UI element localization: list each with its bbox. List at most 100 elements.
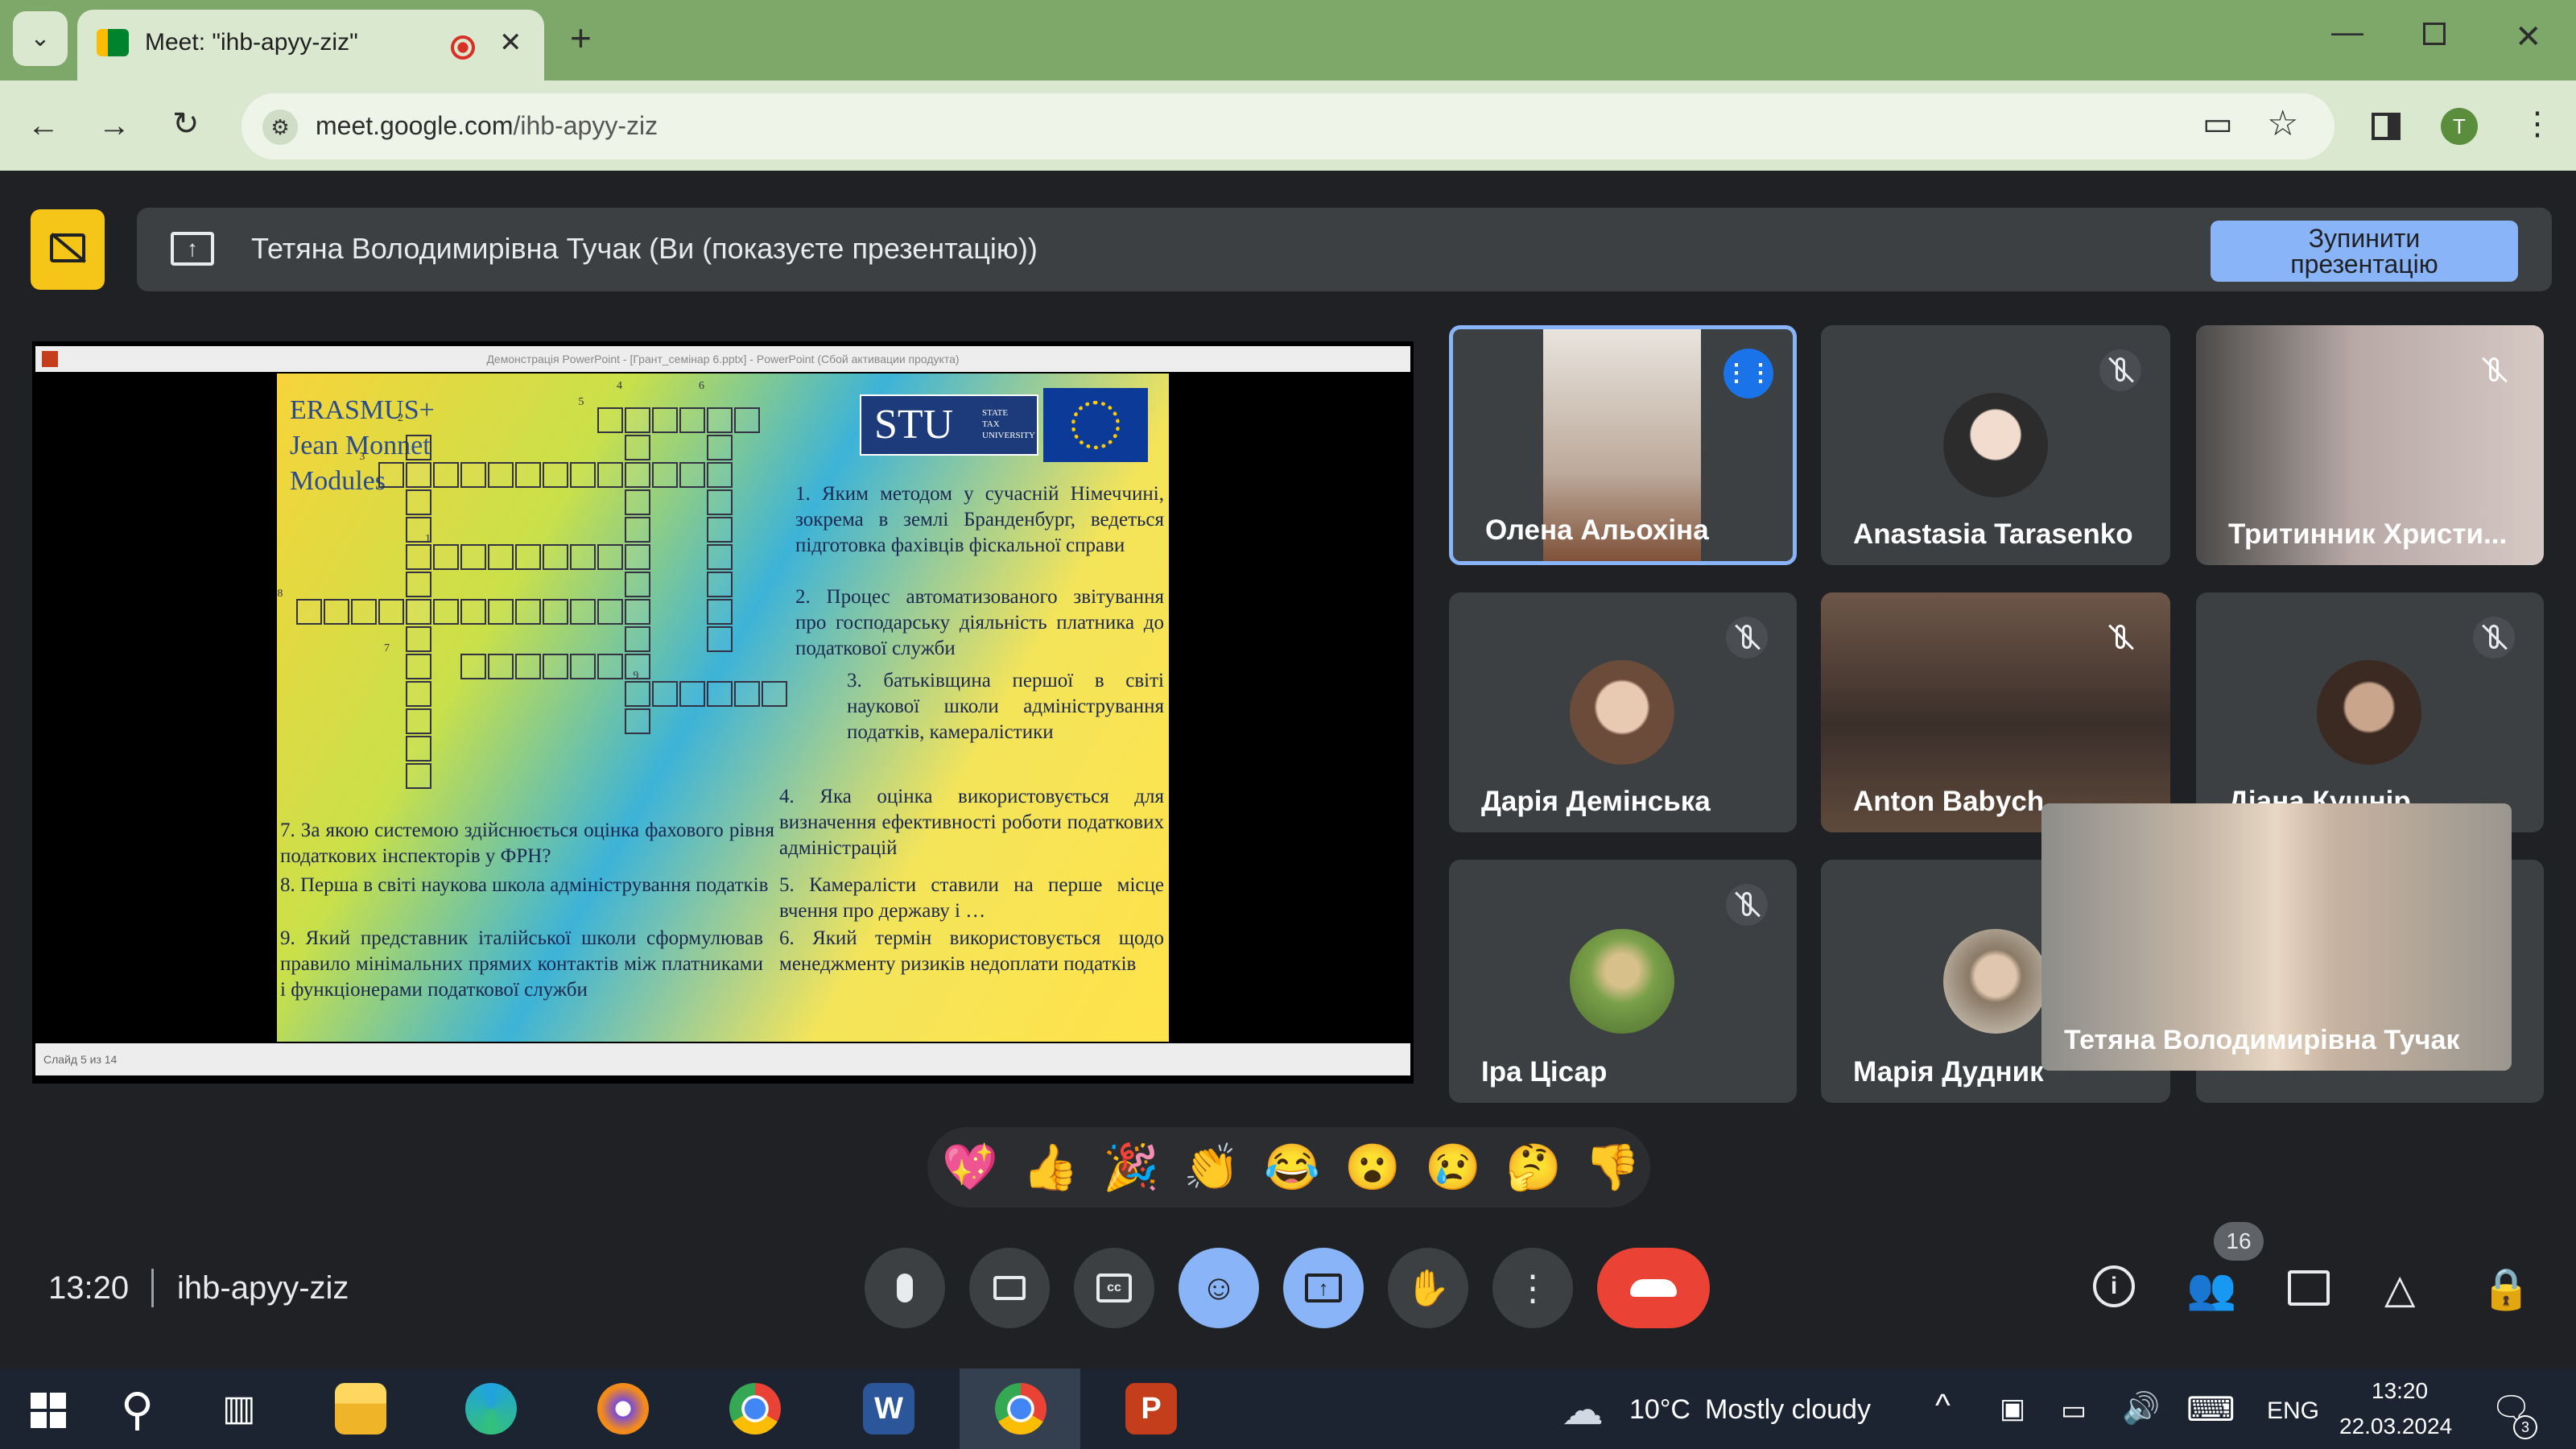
new-tab-button[interactable]: + [570, 19, 592, 56]
chat-icon[interactable] [2288, 1270, 2330, 1306]
search-icon[interactable]: ⚲ [121, 1383, 154, 1436]
chevron-up-icon[interactable]: ^ [1935, 1388, 1951, 1424]
meet-tray-icon[interactable]: ▣ [2000, 1393, 2025, 1425]
clock-date[interactable]: 22.03.2024 [2339, 1414, 2452, 1439]
self-name: Тетяна Володимирівна Тучак [2064, 1025, 2460, 1055]
windows-start-icon[interactable] [31, 1393, 66, 1428]
reload-icon[interactable]: ↻ [172, 108, 200, 140]
participant-tile[interactable]: Anastasia Tarasenko [1821, 325, 2170, 565]
address-bar[interactable]: ⚙ meet.google.com/ihb-apyy-ziz ▭ ☆ [242, 93, 2334, 159]
participant-tile[interactable]: Діана Кушнір [2196, 592, 2544, 832]
crossword-number: 8 [277, 588, 283, 600]
recording-icon [451, 35, 475, 60]
mic-off-icon [1726, 617, 1768, 658]
chrome-icon[interactable] [729, 1383, 781, 1435]
word-icon[interactable]: W [863, 1383, 914, 1435]
battery-icon[interactable]: ▭ [2061, 1394, 2087, 1426]
crossword-cell [570, 654, 596, 679]
tab-search-button[interactable]: ⌄ [13, 11, 68, 66]
browser-app-icon[interactable] [597, 1383, 649, 1435]
activities-icon[interactable]: △ [2384, 1265, 2415, 1312]
host-controls-icon[interactable]: 🔒 [2481, 1265, 2531, 1313]
weather-desc[interactable]: Mostly cloudy [1705, 1394, 1871, 1426]
weather-temp[interactable]: 10°C [1629, 1394, 1690, 1426]
people-icon[interactable]: 👥 [2186, 1265, 2236, 1313]
meeting-time: 13:20 [48, 1270, 130, 1306]
participant-tile[interactable]: Anton Babych [1821, 592, 2170, 832]
reaction-laugh-icon[interactable]: 😂 [1264, 1143, 1320, 1191]
self-view[interactable]: Тетяна Володимирівна Тучак [2041, 803, 2512, 1071]
minimize-icon[interactable]: — [2331, 16, 2363, 48]
present-button[interactable]: ↑ [1283, 1248, 1364, 1328]
profile-avatar[interactable]: T [2441, 108, 2478, 145]
participant-tile[interactable]: Іра Цісар [1449, 860, 1797, 1103]
crossword-number: 3 [359, 451, 365, 463]
more-options-button[interactable]: ⋮ [1492, 1248, 1573, 1328]
clock-time[interactable]: 13:20 [2372, 1378, 2428, 1404]
ppt-icon [42, 351, 58, 367]
crossword-cell [707, 435, 733, 460]
site-info-icon[interactable]: ⚙ [262, 109, 298, 145]
weather-icon[interactable]: ☁ [1562, 1386, 1604, 1435]
reaction-clap-icon[interactable]: 👏 [1183, 1143, 1240, 1191]
mic-off-icon [1726, 884, 1768, 926]
language-indicator[interactable]: ENG [2267, 1397, 2319, 1425]
mic-button[interactable] [865, 1248, 945, 1328]
crossword-cell [597, 599, 623, 625]
powerpoint-icon[interactable]: P [1125, 1383, 1177, 1435]
crossword-cell [679, 462, 705, 488]
chrome-profile-icon[interactable] [995, 1383, 1046, 1435]
crossword-cell [460, 544, 486, 570]
participant-tile[interactable]: Дарія Демінська [1449, 592, 1797, 832]
stop-presenting-button[interactable]: Зупинити презентацію [2211, 221, 2518, 282]
stu-logo: STU STATE TAX UNIVERSITY [860, 394, 1038, 456]
forward-icon[interactable]: → [98, 109, 130, 142]
participant-name: Anastasia Tarasenko [1853, 518, 2133, 550]
participant-name: Тритинник Христи... [2228, 518, 2508, 550]
reaction-thumbs-up-icon[interactable]: 👍 [1022, 1143, 1079, 1191]
present-screen-icon: ↑ [1305, 1274, 1342, 1302]
slide-counter: Слайд 5 из 14 [43, 1053, 118, 1066]
avatar [1570, 660, 1674, 765]
crossword-cell [433, 599, 459, 625]
hand-icon: ✋ [1406, 1269, 1451, 1308]
chrome-menu-icon[interactable]: ⋮ [2521, 108, 2553, 140]
participant-tile[interactable]: ⋮⋮ Олена Альохіна [1449, 325, 1797, 565]
reaction-sad-icon[interactable]: 😢 [1425, 1143, 1481, 1191]
bookmark-star-icon[interactable]: ☆ [2267, 106, 2298, 142]
reaction-surprised-icon[interactable]: 😮 [1344, 1143, 1401, 1191]
captions-button[interactable]: cc [1074, 1248, 1154, 1328]
captions-icon: cc [1096, 1274, 1132, 1302]
crossword-cell [406, 435, 431, 460]
task-view-icon[interactable]: ▥ [222, 1388, 256, 1429]
reactions-button[interactable]: ☺ [1179, 1248, 1259, 1328]
notification-count: 3 [2513, 1415, 2537, 1439]
edge-icon[interactable] [465, 1383, 517, 1435]
meeting-info-icon[interactable]: i [2093, 1265, 2135, 1307]
crossword-cell [707, 681, 733, 707]
raise-hand-button[interactable]: ✋ [1388, 1248, 1468, 1328]
keyboard-icon[interactable]: ⌨ [2186, 1389, 2235, 1429]
back-icon[interactable]: ← [27, 109, 60, 142]
mic-icon [897, 1274, 913, 1302]
file-explorer-icon[interactable] [335, 1383, 386, 1435]
camera-button[interactable] [969, 1248, 1050, 1328]
reaction-thumbs-down-icon[interactable]: 👎 [1584, 1143, 1641, 1191]
crossword-cell [406, 708, 431, 734]
leave-call-button[interactable] [1597, 1248, 1710, 1328]
camera-icon [993, 1276, 1026, 1300]
camera-in-use-icon[interactable]: ▭ [2202, 108, 2233, 140]
participant-tile[interactable]: Тритинник Христи... [2196, 325, 2544, 565]
close-window-icon[interactable]: ✕ [2515, 21, 2542, 53]
volume-icon[interactable]: 🔊 [2122, 1391, 2160, 1426]
reaction-heart-icon[interactable]: 💖 [942, 1143, 998, 1191]
tab-meet[interactable]: Meet: "ihb-apyy-ziz" ✕ [77, 10, 544, 80]
reaction-thinking-icon[interactable]: 🤔 [1505, 1143, 1562, 1191]
participant-name: Anton Babych [1853, 786, 2045, 817]
avatar [1943, 929, 2048, 1034]
side-panel-icon[interactable] [2372, 113, 2401, 140]
restore-icon[interactable] [2423, 23, 2446, 45]
close-tab-icon[interactable]: ✕ [499, 29, 522, 56]
crossword-cell [433, 462, 459, 488]
reaction-party-icon[interactable]: 🎉 [1103, 1143, 1159, 1191]
